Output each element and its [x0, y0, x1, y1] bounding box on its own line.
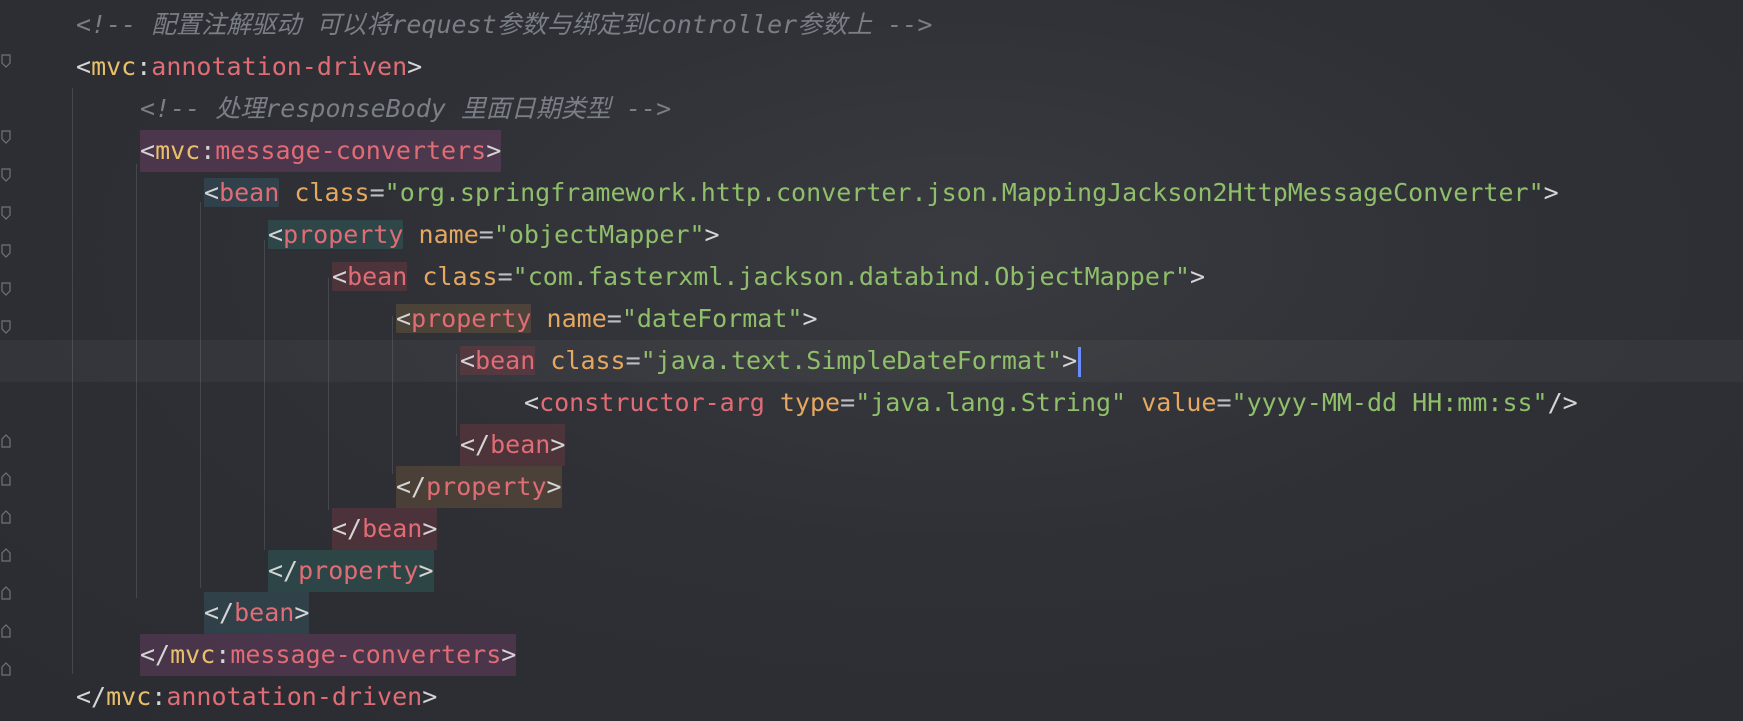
- xml-open-tag: <bean class="org.springframework.http.co…: [204, 178, 1559, 207]
- code-line[interactable]: <!-- 处理responseBody 里面日期类型 -->: [0, 88, 671, 130]
- code-editor[interactable]: <!-- 配置注解驱动 可以将request参数与绑定到controller参数…: [0, 0, 1743, 721]
- xml-comment: <!-- 处理responseBody 里面日期类型 -->: [140, 94, 672, 123]
- xml-open-tag: <bean class="com.fasterxml.jackson.datab…: [332, 262, 1206, 291]
- code-line[interactable]: <!-- 配置注解驱动 可以将request参数与绑定到controller参数…: [0, 4, 932, 46]
- code-line[interactable]: </property>: [0, 466, 562, 508]
- xml-comment: <!-- 配置注解驱动 可以将request参数与绑定到controller参数…: [76, 10, 933, 39]
- xml-close-tag: </bean>: [332, 508, 438, 550]
- text-caret: [1078, 347, 1082, 377]
- indent-guide: [264, 240, 265, 550]
- xml-open-tag: <mvc:annotation-driven>: [76, 52, 423, 81]
- xml-close-tag: </mvc:annotation-driven>: [76, 682, 438, 711]
- indent-guide: [328, 278, 329, 510]
- xml-open-tag: <property name="dateFormat">: [396, 304, 818, 333]
- code-line[interactable]: <mvc:message-converters>: [0, 130, 502, 172]
- xml-open-tag: <mvc:message-converters>: [140, 130, 502, 172]
- code-line[interactable]: <mvc:annotation-driven>: [0, 46, 422, 88]
- code-line[interactable]: </mvc:message-converters>: [0, 634, 517, 676]
- code-line[interactable]: <bean class="org.springframework.http.co…: [0, 172, 1559, 214]
- code-line[interactable]: <property name="objectMapper">: [0, 214, 720, 256]
- code-line[interactable]: <property name="dateFormat">: [0, 298, 818, 340]
- xml-close-tag: </mvc:message-converters>: [140, 634, 517, 676]
- xml-close-tag: </property>: [268, 550, 434, 592]
- xml-close-tag: </bean>: [460, 424, 566, 466]
- xml-self-closing-tag: <constructor-arg type="java.lang.String"…: [524, 388, 1578, 417]
- xml-open-tag: <property name="objectMapper">: [268, 220, 720, 249]
- xml-close-tag: </bean>: [204, 592, 310, 634]
- code-line[interactable]: </mvc:annotation-driven>: [0, 676, 437, 718]
- xml-close-tag: </property>: [396, 466, 562, 508]
- code-line[interactable]: </property>: [0, 550, 434, 592]
- code-line-current[interactable]: <bean class="java.text.SimpleDateFormat"…: [0, 340, 1743, 382]
- code-line[interactable]: <bean class="com.fasterxml.jackson.datab…: [0, 256, 1205, 298]
- code-line[interactable]: </bean>: [0, 424, 566, 466]
- code-line[interactable]: </bean>: [0, 592, 310, 634]
- xml-open-tag: <bean class="java.text.SimpleDateFormat"…: [460, 340, 1082, 382]
- code-line[interactable]: <constructor-arg type="java.lang.String"…: [0, 382, 1578, 424]
- indent-guide: [200, 202, 201, 588]
- code-line[interactable]: </bean>: [0, 508, 438, 550]
